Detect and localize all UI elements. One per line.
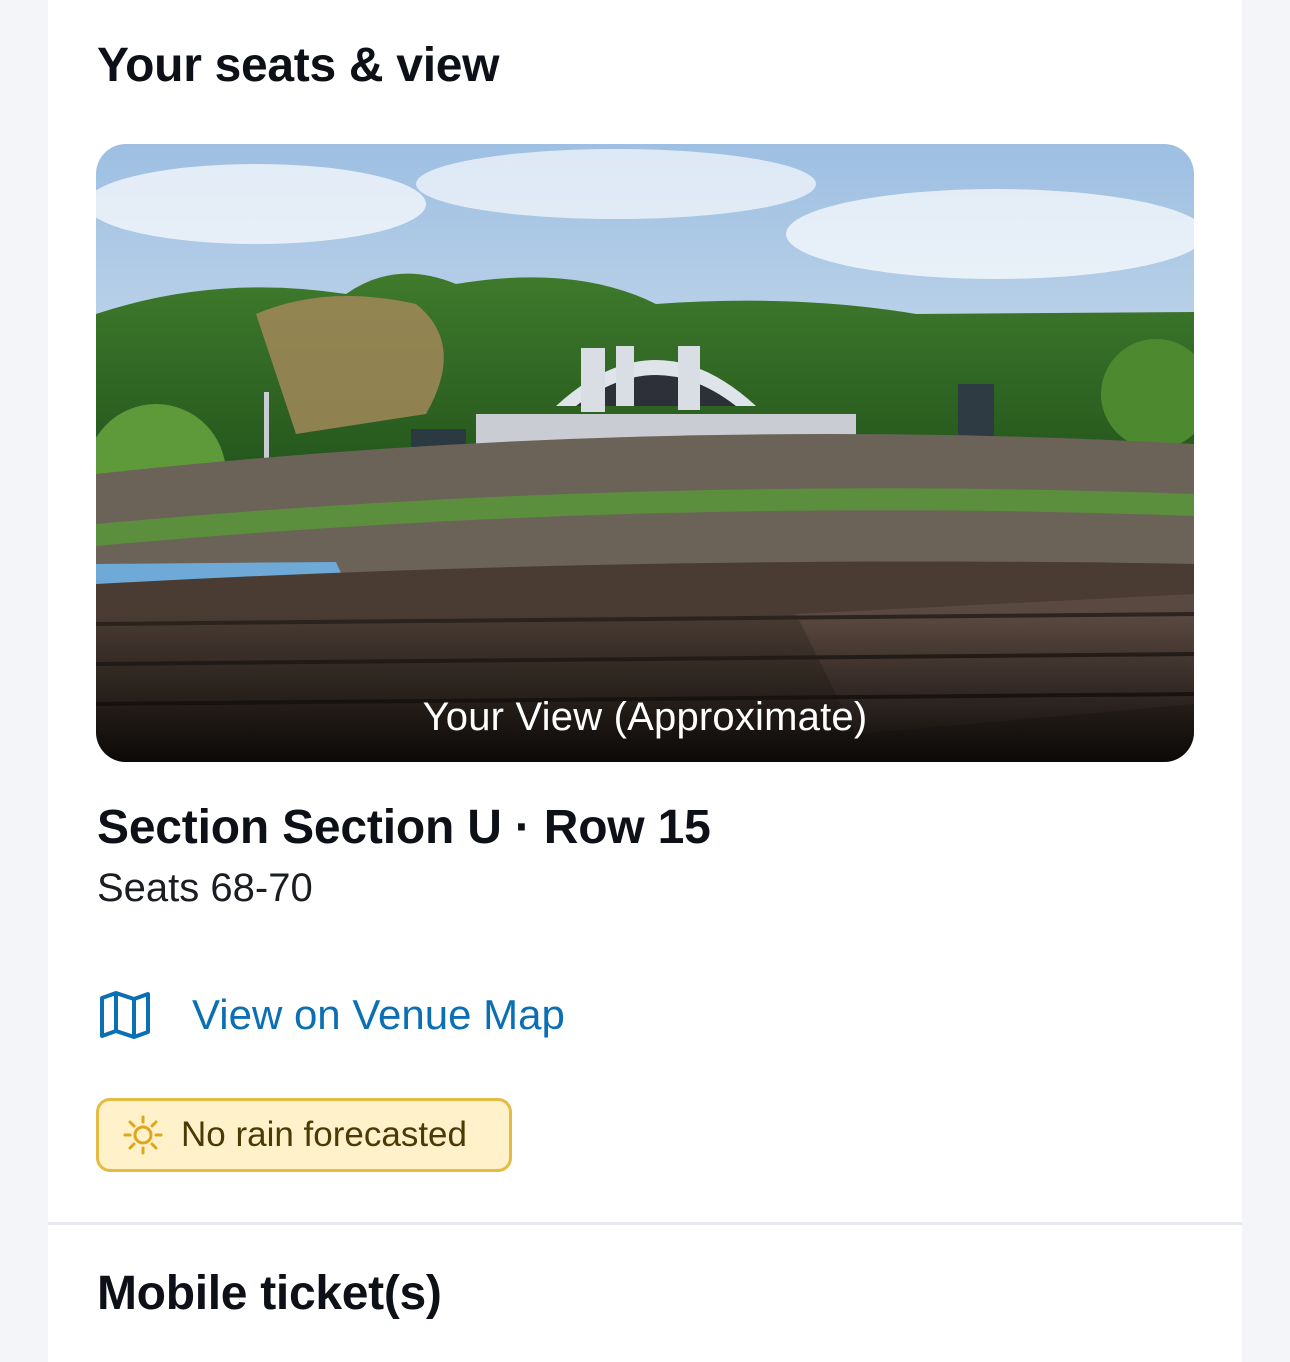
weather-label: No rain forecasted — [181, 1115, 467, 1154]
sun-icon — [123, 1115, 163, 1155]
seat-numbers: Seats 68-70 — [97, 866, 313, 910]
weather-badge: No rain forecasted — [96, 1098, 512, 1172]
seat-details-card: Your seats & view Your View (Approximate… — [48, 0, 1242, 1362]
section-divider — [48, 1222, 1242, 1225]
map-icon — [98, 990, 152, 1040]
view-venue-map-link[interactable]: View on Venue Map — [98, 990, 565, 1040]
view-caption: Your View (Approximate) — [422, 695, 868, 739]
seats-section-title: Your seats & view — [97, 39, 500, 92]
seat-location-title: Section Section U · Row 15 — [97, 801, 711, 854]
amphitheater-view-illustration — [96, 144, 1194, 762]
view-venue-map-label: View on Venue Map — [192, 991, 565, 1038]
seat-view-image[interactable]: Your View (Approximate) — [96, 144, 1194, 762]
mobile-tickets-title: Mobile ticket(s) — [97, 1267, 442, 1320]
